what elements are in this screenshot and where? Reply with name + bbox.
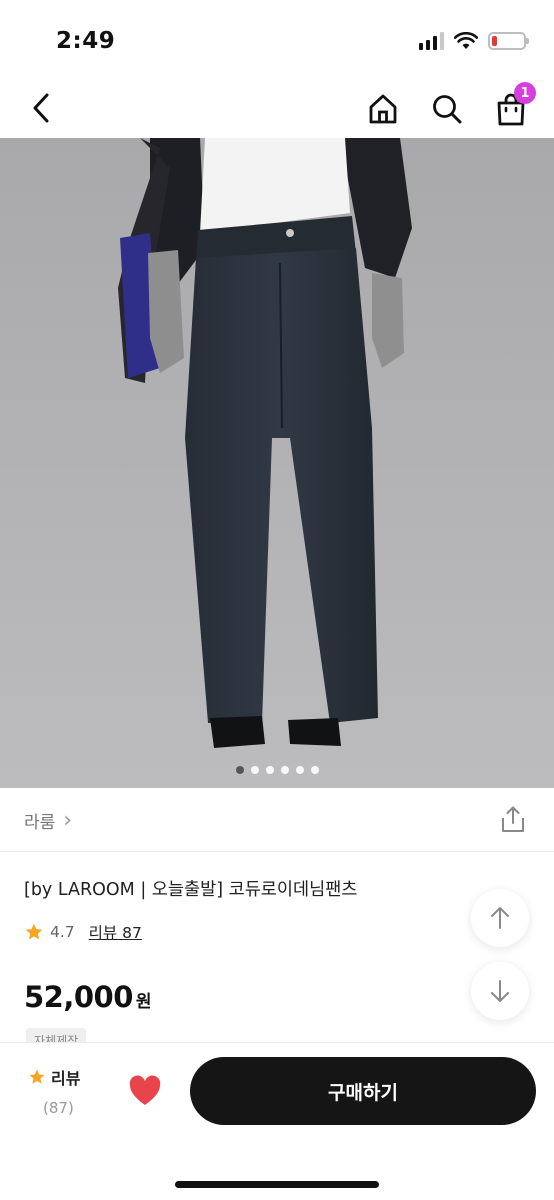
brand-name: 라룸 — [24, 813, 56, 833]
chevron-left-icon — [33, 93, 49, 123]
search-button[interactable] — [426, 88, 468, 130]
status-icons — [419, 32, 529, 50]
battery-fill — [492, 36, 497, 46]
carousel-dot[interactable] — [280, 766, 289, 774]
arrow-down-icon — [491, 980, 509, 1002]
review-summary-button[interactable]: 리뷰 (87) — [28, 1065, 90, 1117]
navigation-bar: 1 — [0, 80, 554, 138]
review-count: (87) — [43, 1099, 74, 1117]
rating-value: 4.7 — [50, 923, 75, 941]
share-button[interactable] — [498, 804, 528, 834]
search-icon — [433, 95, 462, 124]
rating-row: 4.7 리뷰 87 — [24, 921, 142, 943]
home-icon — [369, 94, 397, 124]
carousel-dot[interactable] — [265, 766, 274, 774]
carousel-dot[interactable] — [250, 766, 259, 774]
star-icon — [25, 923, 43, 940]
product-title: [by LAROOM | 오늘출발] 코듀로이데님팬츠 — [24, 880, 358, 900]
product-image-carousel[interactable] — [0, 138, 554, 788]
back-button[interactable] — [22, 88, 62, 128]
status-time: 2:49 — [56, 28, 116, 54]
brand-row: 라룸 › — [0, 788, 554, 852]
share-icon — [502, 806, 524, 832]
chevron-right-icon: › — [63, 807, 73, 833]
price: 52,000 — [24, 980, 133, 1014]
carousel-dot[interactable] — [310, 766, 319, 774]
buy-button[interactable]: 구매하기 — [190, 1057, 536, 1125]
wishlist-button[interactable] — [128, 1075, 162, 1107]
carousel-dot[interactable] — [295, 766, 304, 774]
home-indicator — [175, 1181, 379, 1188]
carousel-dot[interactable] — [235, 766, 244, 774]
product-photo — [0, 138, 554, 788]
review-count-link[interactable]: 리뷰 87 — [89, 921, 142, 943]
home-button[interactable] — [362, 88, 404, 130]
cart-button[interactable]: 1 — [490, 82, 536, 130]
currency: 원 — [135, 992, 152, 1012]
star-icon — [29, 1069, 45, 1084]
carousel-pagination — [0, 766, 554, 774]
cellular-signal-icon — [419, 32, 444, 50]
status-bar: 2:49 — [0, 0, 554, 80]
wifi-icon — [454, 32, 478, 49]
bottom-action-bar: 리뷰 (87) 구매하기 — [0, 1042, 554, 1200]
review-label: 리뷰 — [51, 1069, 81, 1088]
arrow-up-icon — [491, 907, 509, 929]
cart-count-badge: 1 — [514, 82, 536, 104]
brand-link[interactable]: 라룸 › — [24, 808, 72, 833]
battery-icon — [488, 32, 529, 50]
price-row: 52,000 원 — [24, 980, 152, 1014]
heart-icon — [129, 1075, 161, 1105]
nav-actions: 1 — [362, 82, 536, 130]
scroll-up-button[interactable] — [471, 889, 529, 947]
scroll-down-button[interactable] — [471, 962, 529, 1020]
